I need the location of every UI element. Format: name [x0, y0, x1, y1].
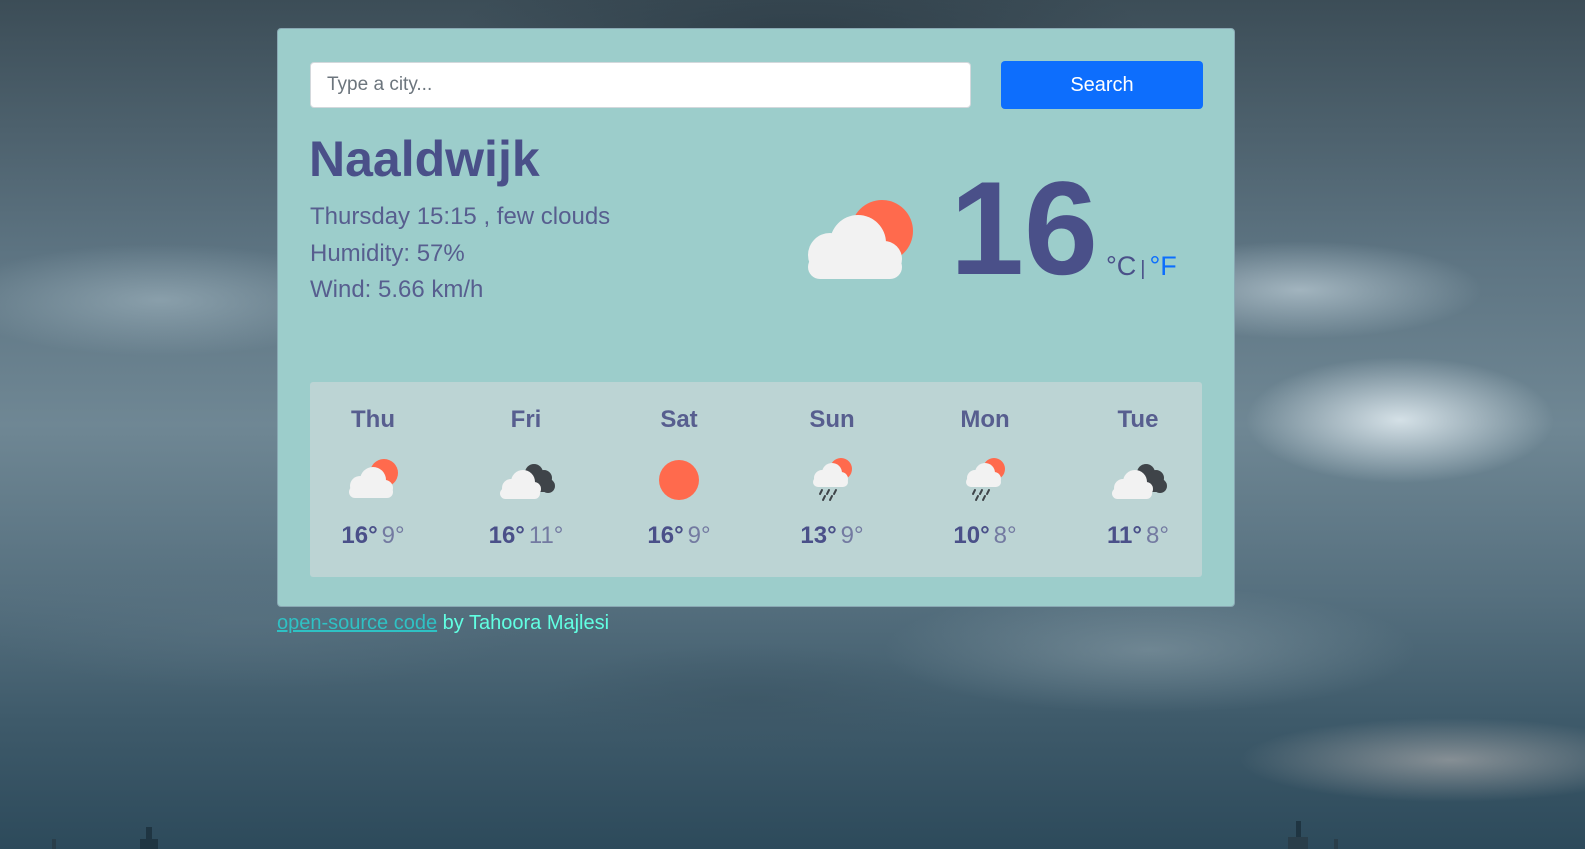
forecast-panel: Thu 16° 9° Fri 16° 11° Sat 16° 9° Sun 13… [310, 382, 1202, 577]
source-code-link[interactable]: open-source code [277, 612, 437, 634]
current-temperature: 16 [950, 155, 1098, 303]
weather-card: Search Naaldwijk Thursday 15:15 , few cl… [277, 28, 1235, 607]
forecast-min-temp: 8° [993, 522, 1017, 549]
forecast-day: Thu 16° 9° [296, 382, 450, 577]
celsius-unit[interactable]: °C [1106, 251, 1136, 281]
forecast-day-name: Thu [351, 406, 395, 433]
clear-sky-icon [659, 460, 699, 500]
forecast-min-temp: 9° [381, 522, 405, 549]
forecast-day-name: Mon [960, 406, 1010, 433]
date-description: Thursday 15:15 , few clouds [310, 203, 611, 230]
forecast-temps: 16° 11° [449, 522, 603, 550]
forecast-min-temp: 8° [1146, 522, 1169, 549]
city-search-input[interactable] [310, 62, 971, 108]
forecast-temps: 16° 9° [296, 522, 450, 550]
forecast-max-temp: 10° [953, 522, 990, 549]
forecast-temps: 13° 9° [755, 522, 909, 550]
unit-separator: | [1140, 258, 1146, 280]
few-clouds-day-icon [808, 200, 913, 279]
forecast-day: Mon 10° 8° [908, 382, 1062, 577]
city-name: Naaldwijk [309, 131, 540, 187]
rain-day-icon [813, 458, 852, 501]
footer: open-source code by Tahoora Majlesi [277, 612, 609, 635]
background-skyline [52, 821, 1338, 849]
forecast-day-name: Sun [809, 406, 855, 433]
forecast-day-name: Sat [660, 406, 698, 433]
forecast-temps: 11° 8° [1061, 522, 1215, 550]
unit-toggle: °C | °F [1106, 251, 1177, 282]
rain-day-icon [966, 458, 1005, 501]
forecast-day: Fri 16° 11° [449, 382, 603, 577]
forecast-day-name: Tue [1117, 406, 1159, 433]
forecast-temps: 10° 8° [908, 522, 1062, 550]
forecast-max-temp: 11° [1107, 522, 1142, 549]
forecast-min-temp: 9° [840, 522, 864, 549]
forecast-max-temp: 16° [488, 522, 525, 549]
humidity: Humidity: 57% [310, 239, 465, 267]
broken-clouds-icon [1112, 464, 1167, 499]
forecast-day: Tue 11° 8° [1061, 382, 1215, 577]
forecast-day: Sat 16° 9° [602, 382, 756, 577]
forecast-temps: 16° 9° [602, 522, 756, 550]
current-details: Thursday 15:15 , few clouds Humidity: 57… [310, 199, 610, 309]
forecast-min-temp: 11° [528, 522, 564, 549]
forecast-max-temp: 16° [647, 522, 684, 549]
forecast-min-temp: 9° [687, 522, 711, 549]
forecast-max-temp: 13° [800, 522, 837, 549]
fahrenheit-link[interactable]: °F [1150, 251, 1177, 281]
forecast-max-temp: 16° [341, 522, 378, 549]
wind-speed: Wind: 5.66 km/h [310, 276, 484, 303]
forecast-day: Sun 13° 9° [755, 382, 909, 577]
broken-clouds-icon [500, 464, 555, 499]
forecast-day-name: Fri [510, 406, 542, 433]
search-button[interactable]: Search [1001, 61, 1203, 109]
footer-author: by Tahoora Majlesi [437, 612, 610, 634]
few-clouds-day-icon [349, 459, 398, 498]
